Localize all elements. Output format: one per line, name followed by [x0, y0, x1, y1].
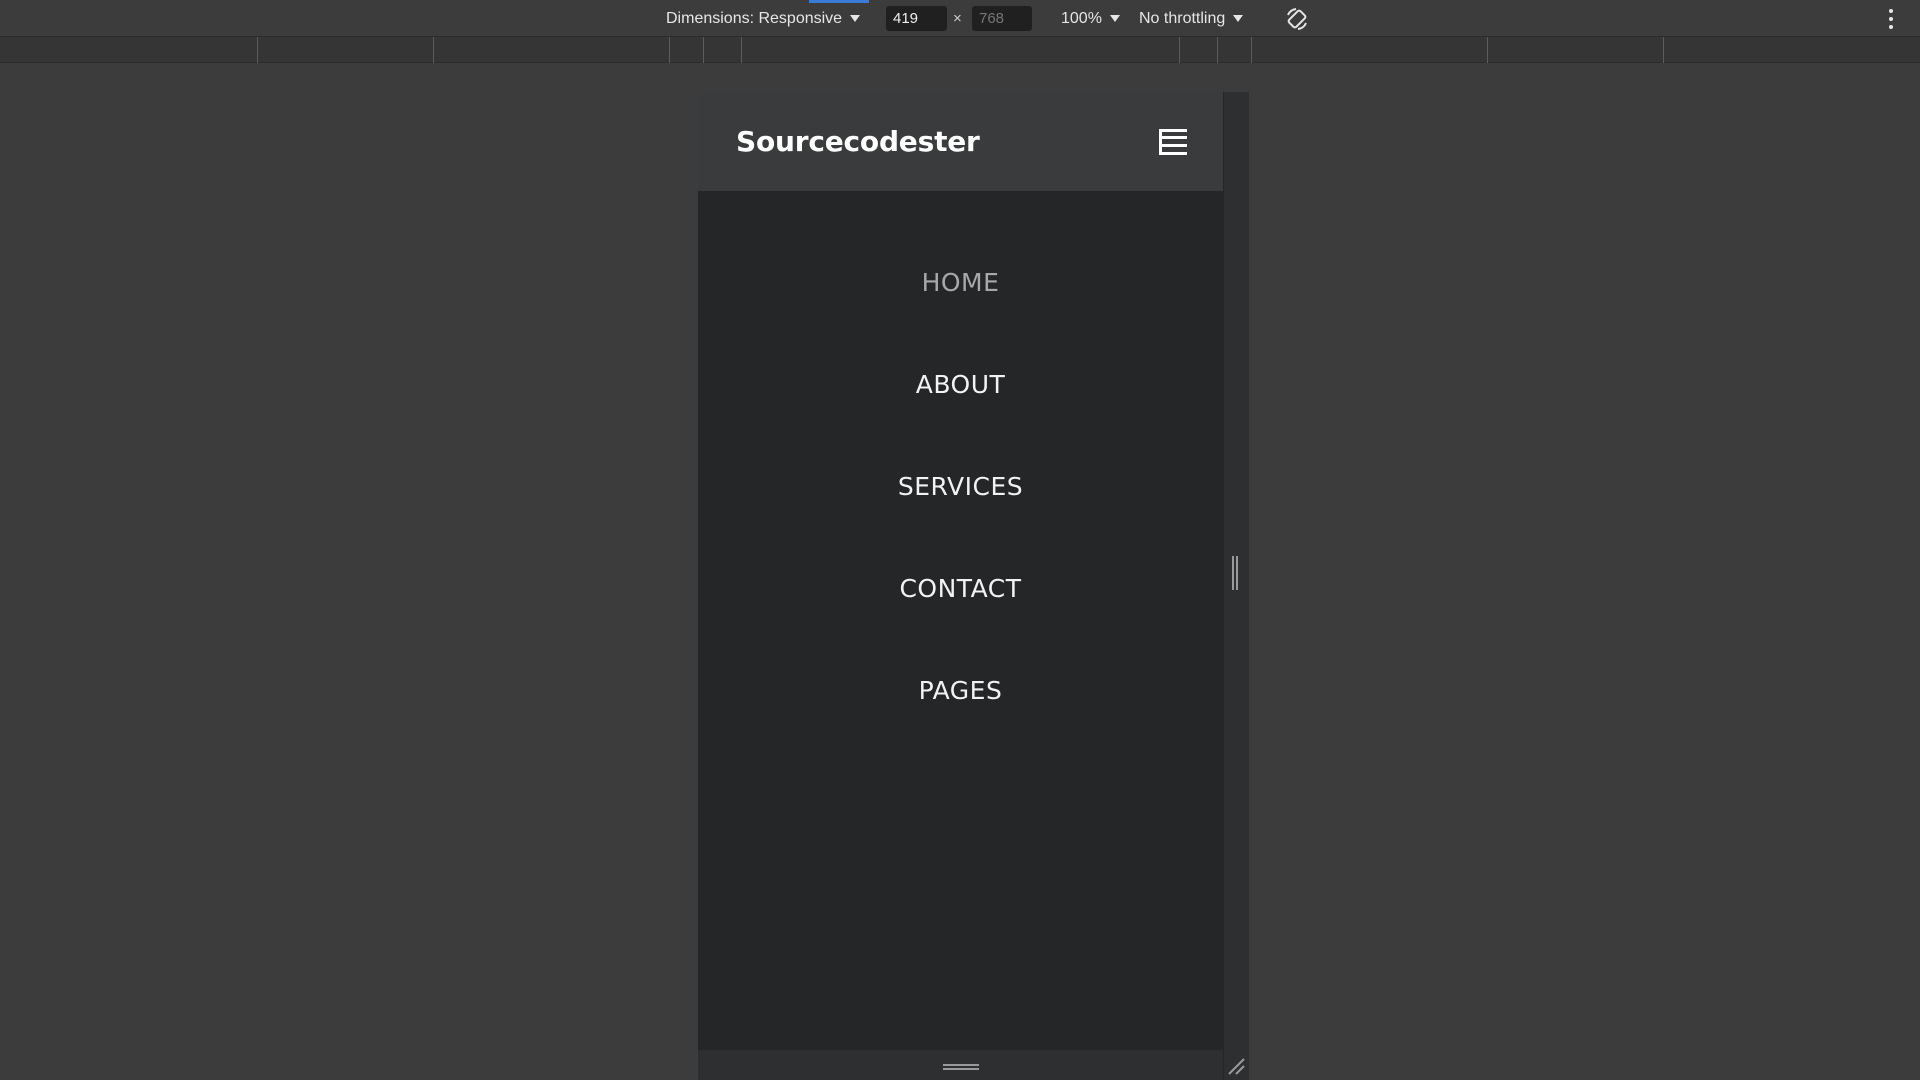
dimension-separator: ×: [953, 10, 962, 27]
brand-logo[interactable]: Sourcecodester: [736, 125, 980, 158]
ruler-tick: [433, 37, 434, 63]
ruler-tick: [741, 37, 742, 63]
bottom-resize-grip-icon[interactable]: [943, 1064, 979, 1070]
dimensions-label: Dimensions: Responsive: [666, 9, 843, 27]
ruler-tick: [257, 37, 258, 63]
caret-down-icon: [1109, 15, 1120, 22]
ruler-tick: [1663, 37, 1664, 63]
nav-item-home[interactable]: HOME: [698, 263, 1223, 303]
nav-item-services[interactable]: SERVICES: [698, 467, 1223, 507]
throttling-label: No throttling: [1139, 9, 1226, 27]
zoom-dropdown[interactable]: 100%: [1061, 0, 1120, 37]
nav-item-pages[interactable]: PAGES: [698, 671, 1223, 711]
right-resize-grip-icon[interactable]: [1232, 556, 1238, 590]
rotate-button[interactable]: [1282, 0, 1312, 37]
width-input[interactable]: [886, 6, 947, 31]
ruler-tick: [1251, 37, 1252, 63]
ruler-tick: [703, 37, 704, 63]
device-toolbar: Dimensions: Responsive × 100% No throttl…: [0, 0, 1920, 37]
nav-item-about[interactable]: ABOUT: [698, 365, 1223, 405]
caret-down-icon: [1233, 15, 1244, 22]
nav-item-contact[interactable]: CONTACT: [698, 569, 1223, 609]
ruler-tick: [1217, 37, 1218, 63]
height-input[interactable]: [972, 6, 1032, 31]
ruler-tick: [1487, 37, 1488, 63]
dimensions-dropdown[interactable]: Dimensions: Responsive: [666, 0, 861, 37]
caret-down-icon: [850, 15, 861, 22]
ruler-tick: [669, 37, 670, 63]
hamburger-menu-icon[interactable]: [1159, 128, 1187, 155]
ruler-tick: [1179, 37, 1180, 63]
zoom-label: 100%: [1061, 9, 1102, 27]
more-options-button[interactable]: [1880, 0, 1902, 37]
rotate-icon: [1287, 7, 1307, 30]
media-query-ruler[interactable]: [0, 37, 1920, 63]
device-viewport: Sourcecodester HOME ABOUT SERVICES CONTA…: [698, 92, 1223, 1080]
more-vertical-icon: [1889, 7, 1893, 31]
site-header: Sourcecodester: [698, 92, 1223, 191]
corner-resize-grip-icon[interactable]: [1226, 1056, 1246, 1076]
throttling-dropdown[interactable]: No throttling: [1139, 0, 1244, 37]
